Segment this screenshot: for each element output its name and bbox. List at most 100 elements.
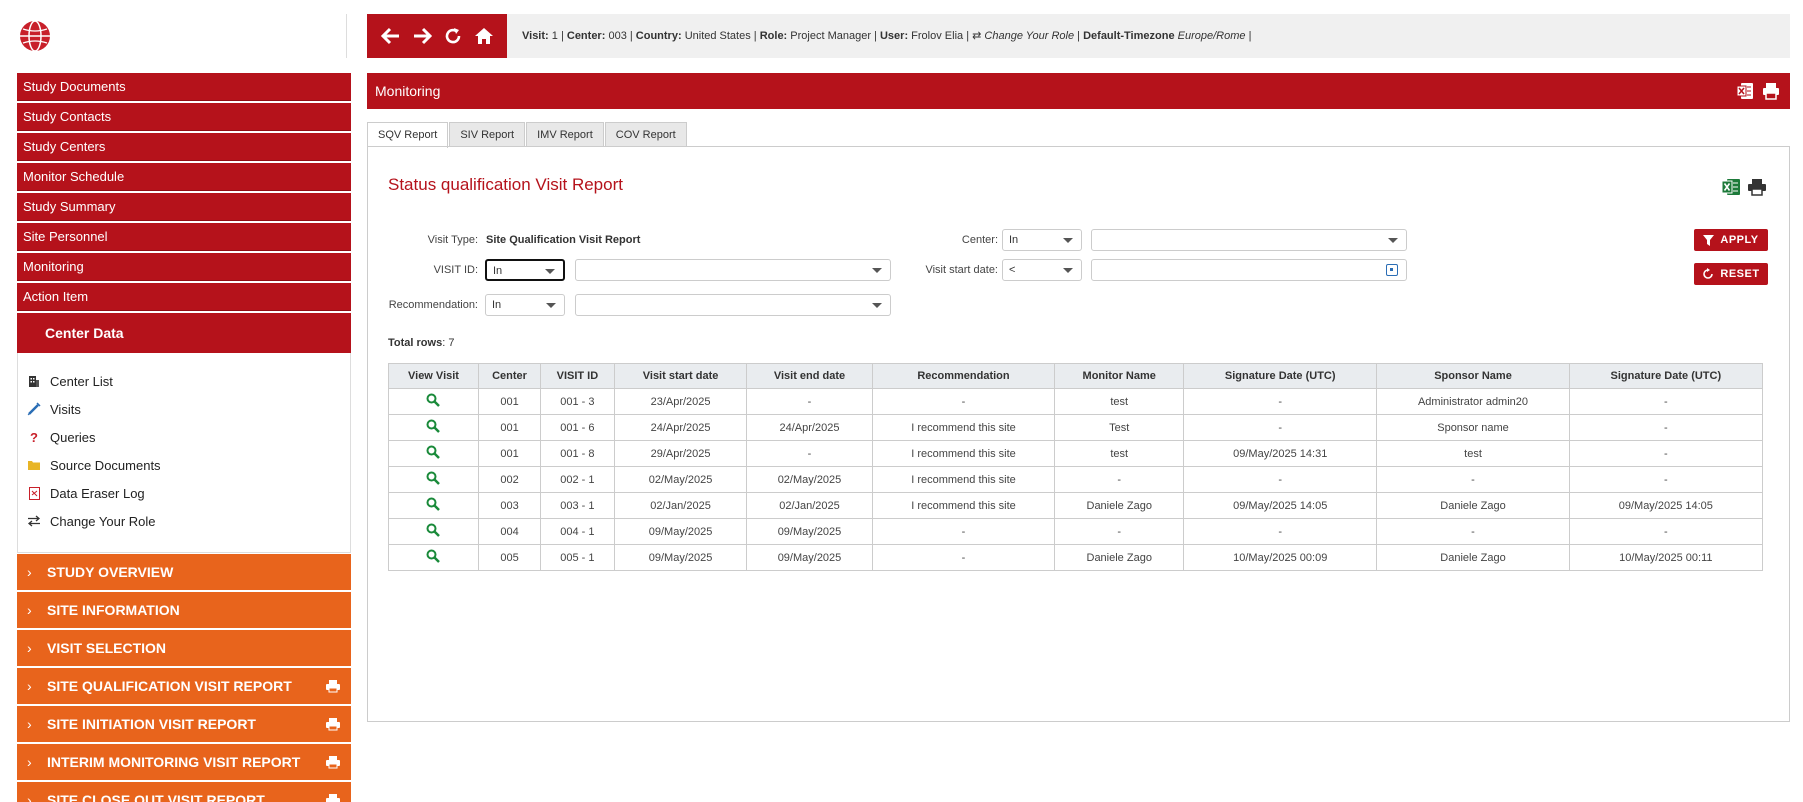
- visit-id-operator-value: In: [493, 265, 503, 277]
- table-cell: 10/May/2025 00:09: [1183, 544, 1378, 571]
- apply-button[interactable]: APPLY: [1694, 229, 1768, 251]
- view-visit-search-icon[interactable]: [426, 471, 441, 485]
- user-value: Frolov Elia: [911, 30, 964, 42]
- sidebar-item-site-personnel[interactable]: Site Personnel: [17, 223, 351, 251]
- column-header[interactable]: View Visit: [388, 363, 479, 389]
- excel-icon[interactable]: [1721, 177, 1741, 197]
- view-visit-cell[interactable]: [388, 518, 479, 545]
- column-header[interactable]: Recommendation: [871, 363, 1056, 389]
- view-visit-search-icon[interactable]: [426, 497, 441, 511]
- view-visit-cell[interactable]: [388, 440, 479, 467]
- center-data-panel: Center List Visits ? Queries Source Docu…: [17, 353, 351, 553]
- center-link-change-your-role[interactable]: Change Your Role: [18, 507, 350, 535]
- column-header[interactable]: Monitor Name: [1054, 363, 1185, 389]
- table-cell: 09/May/2025 14:05: [1183, 492, 1378, 519]
- center-value-select[interactable]: [1091, 229, 1407, 251]
- visit-start-date-input[interactable]: [1091, 259, 1407, 281]
- visit-start-date-operator-select[interactable]: <: [1002, 259, 1082, 281]
- table-cell: I recommend this site: [871, 440, 1056, 467]
- view-visit-search-icon[interactable]: [426, 419, 441, 433]
- center-link-queries[interactable]: ? Queries: [18, 423, 350, 451]
- sidebar-item-study-summary[interactable]: Study Summary: [17, 193, 351, 221]
- column-header[interactable]: Signature Date (UTC): [1183, 363, 1378, 389]
- table-cell: 005: [477, 544, 542, 571]
- center-link-label: Visits: [50, 401, 81, 417]
- sidebar-item-monitor-schedule[interactable]: Monitor Schedule: [17, 163, 351, 191]
- main-content: Monitoring SQV Report SIV Report IMV Rep…: [367, 73, 1790, 722]
- visit-id-operator-select[interactable]: In: [485, 259, 565, 281]
- chevron-down-icon: [872, 303, 882, 308]
- center-link-center-list[interactable]: Center List: [18, 367, 350, 395]
- view-visit-cell[interactable]: [388, 492, 479, 519]
- print-icon[interactable]: [1762, 82, 1780, 100]
- accordion-site-qualification-visit-report[interactable]: › SITE QUALIFICATION VISIT REPORT: [17, 668, 351, 704]
- print-icon[interactable]: [1747, 177, 1767, 197]
- forward-button[interactable]: [410, 24, 434, 48]
- sidebar-item-study-documents[interactable]: Study Documents: [17, 73, 351, 101]
- back-button[interactable]: [379, 24, 403, 48]
- accordion-interim-monitoring-visit-report[interactable]: › INTERIM MONITORING VISIT REPORT: [17, 744, 351, 780]
- visit-id-value-select[interactable]: [575, 259, 891, 281]
- center-link-source-documents[interactable]: Source Documents: [18, 451, 350, 479]
- tab-sqv-report[interactable]: SQV Report: [367, 122, 449, 148]
- calendar-icon[interactable]: [1386, 264, 1398, 276]
- recommendation-label: Recommendation:: [388, 299, 478, 311]
- table-cell: -: [1183, 414, 1378, 441]
- view-visit-search-icon[interactable]: [426, 549, 441, 563]
- total-rows-value: : 7: [442, 337, 455, 349]
- print-icon[interactable]: [325, 716, 341, 732]
- top-bar: Visit: 1 | Center: 003 | Country: United…: [367, 14, 1790, 58]
- recommendation-operator-select[interactable]: In: [485, 294, 565, 316]
- report-actions: [1721, 177, 1767, 197]
- center-operator-select[interactable]: In: [1002, 229, 1082, 251]
- excel-icon[interactable]: [1736, 82, 1754, 100]
- print-icon[interactable]: [325, 792, 341, 802]
- tab-imv-report[interactable]: IMV Report: [526, 122, 604, 147]
- view-visit-cell[interactable]: [388, 466, 479, 493]
- sidebar-item-study-centers[interactable]: Study Centers: [17, 133, 351, 161]
- sidebar-item-study-contacts[interactable]: Study Contacts: [17, 103, 351, 131]
- refresh-button[interactable]: [441, 24, 465, 48]
- reset-button[interactable]: RESET: [1694, 263, 1768, 285]
- view-visit-search-icon[interactable]: [426, 393, 441, 407]
- print-icon[interactable]: [325, 754, 341, 770]
- tab-cov-report[interactable]: COV Report: [604, 122, 687, 147]
- role-value: Project Manager: [790, 30, 871, 42]
- column-header[interactable]: Sponsor Name: [1376, 363, 1570, 389]
- recommendation-value-select[interactable]: [575, 294, 891, 316]
- table-cell: 10/May/2025 00:11: [1568, 544, 1764, 571]
- column-header[interactable]: Visit start date: [613, 363, 748, 389]
- accordion-site-close-out-visit-report[interactable]: › SITE CLOSE OUT VISIT REPORT: [17, 782, 351, 802]
- column-header[interactable]: Signature Date (UTC): [1568, 363, 1764, 389]
- tab-siv-report[interactable]: SIV Report: [449, 122, 526, 147]
- view-visit-cell[interactable]: [388, 544, 479, 571]
- table-row: 001 001 - 8 29/Apr/2025- I recommend this s…: [388, 440, 1764, 467]
- view-visit-cell[interactable]: [388, 414, 479, 441]
- accordion-site-initiation-visit-report[interactable]: › SITE INITIATION VISIT REPORT: [17, 706, 351, 742]
- filter-icon: [1703, 234, 1715, 246]
- table-cell: I recommend this site: [871, 414, 1056, 441]
- column-header[interactable]: Center: [477, 363, 542, 389]
- center-link-visits[interactable]: Visits: [18, 395, 350, 423]
- table-cell: 004 - 1: [540, 518, 615, 545]
- accordion-site-information[interactable]: › SITE INFORMATION: [17, 592, 351, 628]
- sidebar-item-monitoring[interactable]: Monitoring: [17, 253, 351, 281]
- change-role-link[interactable]: Change Your Role: [984, 30, 1074, 42]
- home-button[interactable]: [472, 24, 496, 48]
- accordion-study-overview[interactable]: › STUDY OVERVIEW: [17, 554, 351, 590]
- view-visit-search-icon[interactable]: [426, 445, 441, 459]
- column-header[interactable]: Visit end date: [746, 363, 873, 389]
- chevron-down-icon: [545, 269, 555, 274]
- accordion-visit-selection[interactable]: › VISIT SELECTION: [17, 630, 351, 666]
- logo-globe-icon[interactable]: [19, 20, 51, 52]
- pdf-icon: [26, 485, 42, 501]
- view-visit-search-icon[interactable]: [426, 523, 441, 537]
- sidebar-item-action-item[interactable]: Action Item: [17, 283, 351, 311]
- table-cell: Test: [1054, 414, 1185, 441]
- print-icon[interactable]: [325, 678, 341, 694]
- table-body: 001 001 - 3 23/Apr/2025- - test - Administrato…: [388, 388, 1764, 571]
- view-visit-cell[interactable]: [388, 388, 479, 415]
- column-header[interactable]: VISIT ID: [540, 363, 615, 389]
- center-link-data-eraser-log[interactable]: Data Eraser Log: [18, 479, 350, 507]
- table-cell: 29/Apr/2025: [613, 440, 748, 467]
